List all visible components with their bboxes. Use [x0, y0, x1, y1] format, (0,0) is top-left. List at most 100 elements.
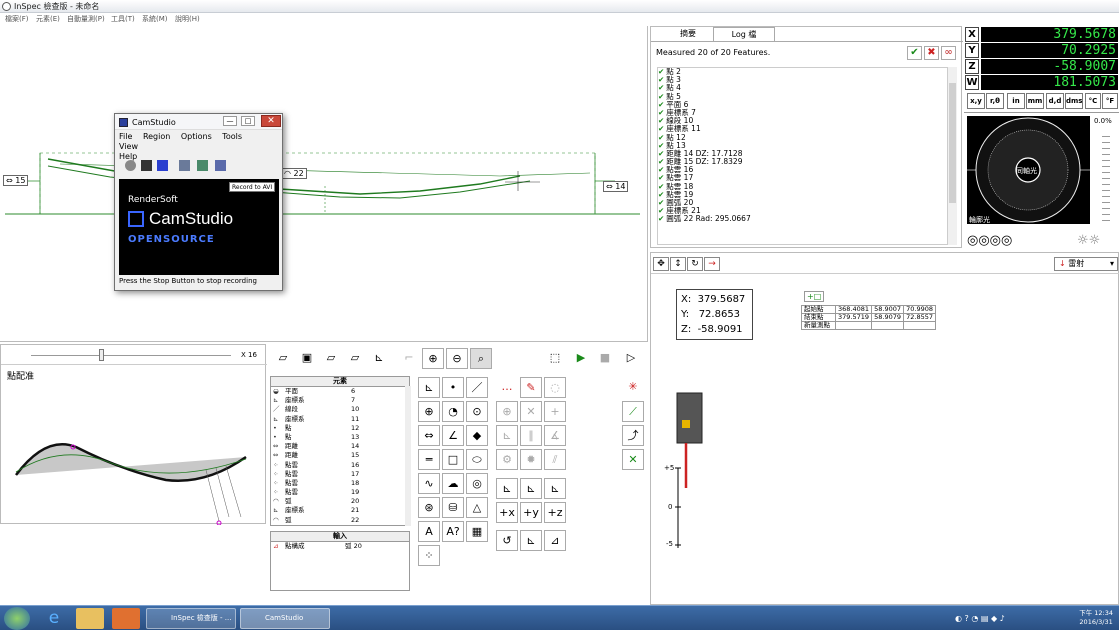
mode-select[interactable]: ↓ 雷射 ▾	[1054, 257, 1118, 271]
oval-tool-icon[interactable]: ⬭	[466, 449, 488, 470]
circle-tool-icon[interactable]: ⊕	[418, 401, 440, 422]
element-row[interactable]: ⁘ 點雲 16	[271, 461, 409, 470]
cs-menu-file[interactable]: File	[119, 132, 132, 141]
probe-tool-icon[interactable]: ✎	[520, 377, 542, 398]
ring-tool-icon[interactable]: ◎	[466, 473, 488, 494]
offset-z-tool-icon[interactable]: +z	[544, 502, 566, 523]
log-item[interactable]: ✔ 圓弧 20	[658, 199, 950, 207]
blob-tool-icon[interactable]: ☁	[442, 473, 464, 494]
laser-line-icon[interactable]: ⟋	[622, 401, 644, 422]
text-tool-icon[interactable]: A	[418, 521, 440, 542]
clock[interactable]: 下午 12:34 2016/3/31	[1079, 609, 1113, 627]
element-row[interactable]: ⁘ 點雲 19	[271, 488, 409, 497]
parallel-tool-icon[interactable]: ═	[418, 449, 440, 470]
arc-tool-icon[interactable]: ◔	[442, 401, 464, 422]
origin-z-tool-icon[interactable]: ⊾	[544, 478, 566, 499]
taskbar-camstudio[interactable]: CamStudio	[240, 608, 330, 629]
minimize-button[interactable]: —	[223, 116, 237, 126]
log-item[interactable]: ✔ 座標系 7	[658, 108, 950, 117]
light-dial[interactable]: 同軸光 輪廓光	[967, 116, 1090, 224]
taskbar-inspec[interactable]: InSpec 檢查版 - ...	[146, 608, 236, 629]
element-list[interactable]: 元素 ◒ 平面 6 ⊾ 座標系 7 ／線段 10 ⊾ 座標系 11 • 點 12 • 點 13 ⇔ 距離 14 ⇔ 距離 1…	[270, 376, 410, 526]
log-item[interactable]: ✔ 圓弧 22 Rad: 295.0667	[658, 215, 950, 223]
element-row[interactable]: ⇔ 距離 15	[271, 451, 409, 460]
element-row[interactable]: ⊾ 座標系 21	[271, 506, 409, 515]
log-item[interactable]: ✔ 線段 10	[658, 117, 950, 125]
input-list[interactable]: 輸入 ⊿ 點構成 弧 20	[270, 531, 410, 591]
play-icon[interactable]: ▶	[570, 348, 592, 369]
laser-step-icon[interactable]: →	[704, 257, 720, 271]
cone-tool-icon[interactable]: △	[466, 497, 488, 518]
laser-cross-icon[interactable]: ✕	[622, 449, 644, 470]
vertical-icon[interactable]: ↕	[670, 257, 686, 271]
log-item[interactable]: ✔ 座標系 11	[658, 125, 950, 133]
cs-menu-region[interactable]: Region	[143, 132, 170, 141]
link-icon[interactable]: ∞	[941, 46, 956, 60]
cylinder-tool-icon[interactable]: ⛁	[442, 497, 464, 518]
distance-label-15[interactable]: ⇔ 15	[3, 175, 29, 186]
reject-icon[interactable]: ✖	[924, 46, 939, 60]
log-item[interactable]: ✔ 點 5	[658, 92, 950, 101]
log-item[interactable]: ✔ 點 4	[658, 84, 950, 92]
unit-fahrenheit-button[interactable]: °F	[1102, 93, 1118, 109]
axis-tool-icon[interactable]: ⊾	[418, 377, 440, 398]
log-item[interactable]: ✔ 點雲 17	[658, 174, 950, 182]
unit-in-button[interactable]: in	[1007, 93, 1025, 109]
cross-tool-icon[interactable]: ✕	[520, 401, 542, 422]
element-row[interactable]: ◒ 平面 6	[271, 387, 409, 396]
main-canvas[interactable]: ⇔ 15 ◠ 22 ⇔ 14	[0, 26, 648, 342]
log-item[interactable]: ✔ 點雲 19	[658, 190, 950, 199]
cs-menu-tools[interactable]: Tools	[222, 132, 242, 141]
menu-element[interactable]: 元素(E)	[36, 14, 60, 24]
add-point-icon[interactable]: +□	[804, 291, 825, 302]
unit-celsius-button[interactable]: °C	[1085, 93, 1101, 109]
curve-tool-icon[interactable]: ∿	[418, 473, 440, 494]
start-button[interactable]	[4, 607, 30, 630]
log-item[interactable]: ✔ 平面 6	[658, 100, 950, 109]
cs-menu-options[interactable]: Options	[181, 132, 212, 141]
cs-menu-view[interactable]: View	[119, 142, 138, 151]
auto-tool-icon[interactable]: ◌	[544, 377, 566, 398]
log-scrollbar[interactable]	[947, 67, 957, 245]
unit-dms-button[interactable]: dms	[1065, 93, 1083, 109]
menu-help[interactable]: 說明(H)	[175, 14, 200, 24]
select-icon[interactable]: ⌐	[398, 348, 420, 369]
log-item[interactable]: ✔ 距離 15 DZ: 17.8329	[658, 158, 950, 166]
line-tool-icon[interactable]: ／	[466, 377, 488, 398]
region-icon[interactable]	[197, 160, 208, 171]
measure-row[interactable]: 新量測點	[801, 321, 937, 330]
element-row[interactable]: ⁘ 點雲 17	[271, 470, 409, 479]
close-button[interactable]: ✕	[261, 115, 281, 127]
corner-tool-icon[interactable]: ⊾	[496, 425, 518, 446]
log-item[interactable]: ✔ 點 12	[658, 133, 950, 142]
view-side-icon[interactable]: ▱	[320, 348, 342, 369]
sphere-tool-icon[interactable]: ⊛	[418, 497, 440, 518]
sun-tool-icon[interactable]: ✹	[520, 449, 542, 470]
tab-summary[interactable]: 摘要	[663, 27, 713, 41]
plane-tool-icon[interactable]: ◆	[466, 425, 488, 446]
media-icon[interactable]	[112, 608, 140, 629]
view-iso-icon[interactable]: ▱	[344, 348, 366, 369]
diagonal-tool-icon[interactable]: ⫽	[544, 449, 566, 470]
unit-rtheta-button[interactable]: r,θ	[986, 93, 1004, 109]
log-item[interactable]: ✔ 點雲 16	[658, 166, 950, 174]
axis-icon[interactable]: ⊾	[368, 348, 390, 369]
move-icon[interactable]: ✥	[653, 257, 669, 271]
rectangle-tool-icon[interactable]: □	[442, 449, 464, 470]
align-tool-icon[interactable]: ⊾	[520, 530, 542, 551]
point-tool-icon[interactable]: •	[442, 377, 464, 398]
element-row[interactable]: ◠ 弧 22	[271, 516, 409, 525]
menu-file[interactable]: 檔案(F)	[5, 14, 29, 24]
dotted-tool-icon[interactable]: …	[496, 377, 518, 398]
element-row[interactable]: ／線段 10	[271, 405, 409, 414]
pause-icon[interactable]	[141, 160, 152, 171]
skew-tool-icon[interactable]: ⊿	[544, 530, 566, 551]
zoom-fit-icon[interactable]: ⌕	[470, 348, 492, 369]
unit-dd-button[interactable]: d,d	[1046, 93, 1064, 109]
element-row[interactable]: ⊾ 座標系 11	[271, 415, 409, 424]
input-row[interactable]: ⊿ 點構成 弧 20	[271, 542, 409, 551]
menu-tools[interactable]: 工具(T)	[111, 14, 135, 24]
calculator-tool-icon[interactable]: ▦	[466, 521, 488, 542]
element-row[interactable]: ⊾ 座標系 7	[271, 396, 409, 405]
record-icon[interactable]	[125, 160, 136, 171]
